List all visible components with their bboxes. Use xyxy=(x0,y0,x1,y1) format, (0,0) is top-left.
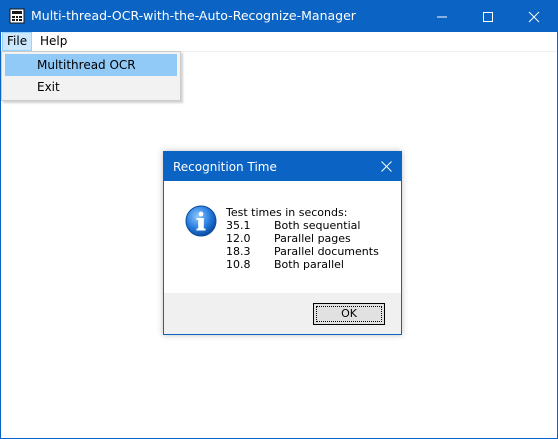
close-icon xyxy=(381,161,392,172)
result-value: 35.1 xyxy=(226,219,251,232)
ok-button[interactable]: OK xyxy=(313,303,385,325)
result-label: Both parallel xyxy=(274,258,344,271)
menu-file[interactable]: File xyxy=(2,32,33,51)
maximize-button[interactable] xyxy=(465,1,511,32)
result-value: 18.3 xyxy=(226,245,251,258)
maximize-icon xyxy=(483,12,493,22)
minimize-icon xyxy=(437,16,447,18)
dialog-body: Test times in seconds: 35.1 Both sequent… xyxy=(164,181,401,293)
close-button[interactable] xyxy=(511,1,557,32)
dialog-footer: OK xyxy=(164,293,401,334)
dialog-title: Recognition Time xyxy=(173,160,277,174)
menu-bar: File Help xyxy=(1,32,557,52)
result-label: Parallel pages xyxy=(274,232,351,245)
message-heading: Test times in seconds: xyxy=(226,206,348,219)
result-row: 12.0 Parallel pages xyxy=(226,232,351,245)
result-value: 10.8 xyxy=(226,258,251,271)
dialog-title-bar[interactable]: Recognition Time xyxy=(164,152,401,181)
close-icon xyxy=(528,11,540,23)
main-window: Multi-thread-OCR-with-the-Auto-Recognize… xyxy=(0,0,558,439)
info-icon xyxy=(185,205,217,237)
result-label: Both sequential xyxy=(274,219,361,232)
app-icon xyxy=(9,8,25,24)
menu-item-label: Exit xyxy=(37,80,60,94)
menu-item-multithread-ocr[interactable]: Multithread OCR xyxy=(5,54,177,76)
dialog-message: Test times in seconds: 35.1 Both sequent… xyxy=(226,206,379,271)
result-row: 35.1 Both sequential xyxy=(226,219,360,232)
result-value: 12.0 xyxy=(226,232,251,245)
menu-item-label: Multithread OCR xyxy=(37,58,136,72)
menu-help[interactable]: Help xyxy=(35,32,72,51)
result-row: 10.8 Both parallel xyxy=(226,258,347,271)
result-label: Parallel documents xyxy=(274,245,379,258)
minimize-button[interactable] xyxy=(419,1,465,32)
recognition-time-dialog: Recognition Time Test times in seconds: … xyxy=(163,151,402,335)
result-row: 18.3 Parallel documents xyxy=(226,245,379,258)
window-title: Multi-thread-OCR-with-the-Auto-Recognize… xyxy=(31,8,356,23)
dialog-close-button[interactable] xyxy=(372,152,401,181)
file-menu-dropdown: Multithread OCR Exit xyxy=(1,51,181,101)
title-bar[interactable]: Multi-thread-OCR-with-the-Auto-Recognize… xyxy=(1,1,557,32)
menu-item-exit[interactable]: Exit xyxy=(5,76,177,98)
